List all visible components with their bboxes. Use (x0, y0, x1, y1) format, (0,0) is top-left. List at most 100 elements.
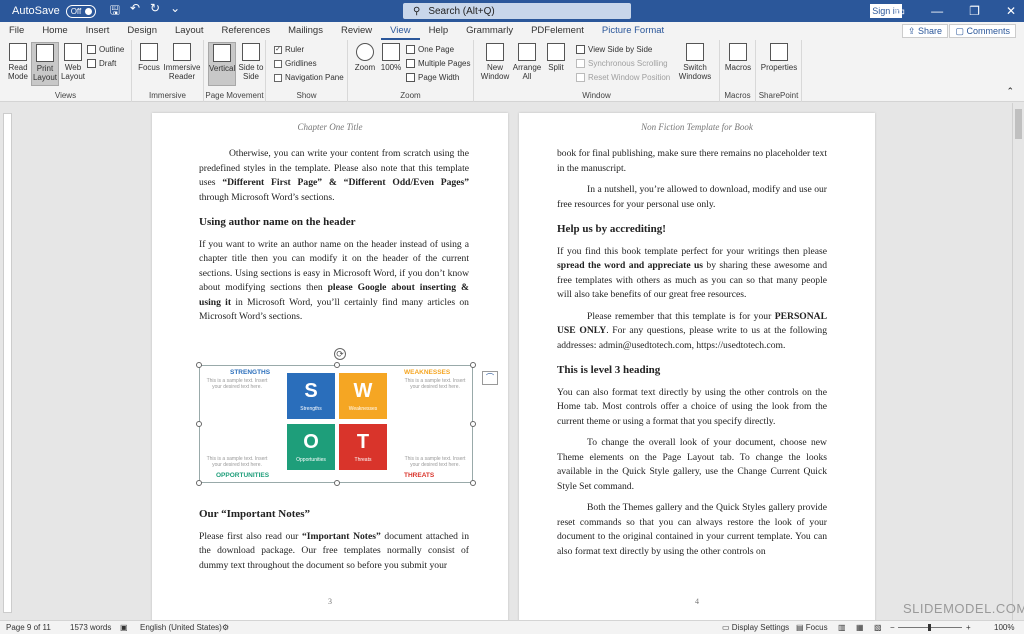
share-button[interactable]: ⇪ Share (901, 24, 948, 38)
ruler-checkbox[interactable]: ✓ Ruler (274, 45, 304, 54)
swot-tile-label: Threats (354, 457, 372, 463)
zoom-slider[interactable] (898, 624, 962, 631)
collapse-ribbon-icon[interactable]: ⌃ (1006, 86, 1014, 97)
outline-button[interactable]: Outline (87, 45, 124, 54)
tab-mailings[interactable]: Mailings (279, 22, 332, 40)
reset-window-position-button[interactable]: Reset Window Position (576, 73, 670, 82)
resize-handle[interactable] (334, 480, 340, 486)
view-side-by-side-icon (576, 45, 585, 54)
tab-references[interactable]: References (213, 22, 280, 40)
group-label-macros: Macros (724, 91, 751, 100)
autosave-toggle[interactable]: Off (65, 4, 96, 18)
navigation-pane-checkbox[interactable]: Navigation Pane (274, 73, 344, 82)
new-window-button[interactable]: New Window (480, 42, 510, 81)
zoom-100-button[interactable]: 100% (379, 42, 403, 72)
macros-button[interactable]: Macros (723, 42, 753, 72)
tab-design[interactable]: Design (118, 22, 166, 40)
redo-icon[interactable]: ↻ (150, 1, 160, 22)
display-settings-button[interactable]: ▭ Display Settings (722, 623, 789, 632)
comments-button[interactable]: ▢ Comments (949, 24, 1016, 38)
language[interactable]: English (United States) (140, 623, 222, 632)
group-window: New Window Arrange All Split View Side b… (474, 40, 720, 102)
group-views: Read Mode Print Layout Web Layout Outlin… (0, 40, 132, 102)
tab-help[interactable]: Help (420, 22, 458, 40)
synchronous-scrolling-button[interactable]: Synchronous Scrolling (576, 59, 668, 68)
save-icon[interactable]: 🖫 (110, 1, 120, 22)
minimize-button[interactable]: — (931, 4, 943, 18)
reset-window-position-icon (576, 73, 585, 82)
one-page-button[interactable]: One Page (406, 45, 454, 54)
tab-file[interactable]: File (0, 22, 33, 40)
vertical-scrollbar[interactable] (1012, 103, 1024, 620)
resize-handle[interactable] (196, 421, 202, 427)
side-to-side-button[interactable]: Side to Side (237, 42, 265, 81)
proofing-icon[interactable]: ▣ (120, 623, 128, 632)
zoom-label: Zoom (354, 63, 376, 72)
restore-button[interactable]: ❐ (969, 4, 980, 18)
customize-qat-icon[interactable]: ⌄ (170, 1, 180, 22)
tab-review[interactable]: Review (332, 22, 381, 40)
page-right[interactable]: Non Fiction Template for Book book for f… (519, 113, 875, 620)
resize-handle[interactable] (196, 480, 202, 486)
zoom-slider-knob[interactable] (928, 624, 931, 631)
read-mode-button[interactable]: Read Mode (5, 42, 31, 81)
word-count[interactable]: 1573 words (70, 623, 111, 632)
web-layout-view-icon[interactable]: ▧ (874, 623, 882, 632)
multiple-pages-button[interactable]: Multiple Pages (406, 59, 470, 68)
zoom-in-button[interactable]: + (966, 623, 971, 632)
rotate-handle-icon[interactable]: ⟳ (334, 348, 346, 360)
close-button[interactable]: ✕ (1006, 4, 1016, 18)
scrollbar-thumb[interactable] (1015, 109, 1022, 139)
vertical-button[interactable]: Vertical (208, 42, 236, 86)
switch-windows-button[interactable]: Switch Windows (676, 42, 714, 81)
zoom-out-button[interactable]: − (890, 623, 895, 632)
immersive-reader-button[interactable]: Immersive Reader (162, 42, 202, 81)
display-settings-label: Display Settings (731, 623, 790, 632)
resize-handle[interactable] (196, 362, 202, 368)
tab-view[interactable]: View (381, 22, 420, 40)
zoom-button[interactable]: Zoom (353, 42, 377, 72)
page-left-body-2[interactable]: Our “Important Notes” Please first also … (199, 497, 469, 580)
group-label-window: Window (582, 91, 611, 100)
page-right-body[interactable]: book for final publishing, make sure the… (557, 147, 827, 566)
arrange-all-button[interactable]: Arrange All (512, 42, 542, 81)
resize-handle[interactable] (470, 421, 476, 427)
layout-options-icon[interactable]: ⌒ (482, 371, 498, 385)
page-left[interactable]: Chapter One Title Otherwise, you can wri… (152, 113, 508, 620)
zoom-100-label: 100% (380, 63, 402, 72)
zoom-level[interactable]: 100% (994, 623, 1014, 632)
read-mode-view-icon[interactable]: ▥ (838, 623, 846, 632)
macros-label: Macros (724, 63, 752, 72)
tab-home[interactable]: Home (33, 22, 76, 40)
tab-picture-format[interactable]: Picture Format (593, 22, 673, 40)
page-width-label: Page Width (418, 73, 460, 82)
page-count[interactable]: Page 9 of 11 (6, 623, 51, 632)
print-layout-view-icon[interactable]: ▦ (856, 623, 864, 632)
swot-image[interactable]: STRENGTHS WEAKNESSES OPPORTUNITIES THREA… (196, 362, 476, 486)
tab-layout[interactable]: Layout (166, 22, 213, 40)
view-side-by-side-button[interactable]: View Side by Side (576, 45, 652, 54)
properties-label: Properties (760, 63, 798, 72)
resize-handle[interactable] (470, 480, 476, 486)
undo-icon[interactable]: ↶ (130, 1, 140, 22)
ribbon-display-icon[interactable]: ▭ (894, 4, 905, 18)
tab-insert[interactable]: Insert (77, 22, 119, 40)
tab-pdfelement[interactable]: PDFelement (522, 22, 593, 40)
accessibility-icon[interactable]: ⚙ (222, 623, 229, 632)
web-layout-button[interactable]: Web Layout (60, 42, 86, 81)
draft-button[interactable]: Draft (87, 59, 116, 68)
resize-handle[interactable] (470, 362, 476, 368)
page-left-body[interactable]: Otherwise, you can write your content fr… (199, 147, 469, 332)
properties-button[interactable]: Properties (759, 42, 799, 72)
search-input[interactable]: ⚲ Search (Alt+Q) (403, 3, 631, 19)
print-layout-button[interactable]: Print Layout (31, 42, 59, 86)
resize-handle[interactable] (334, 362, 340, 368)
tab-grammarly[interactable]: Grammarly (457, 22, 522, 40)
macros-icon (729, 43, 747, 61)
gridlines-checkbox[interactable]: Gridlines (274, 59, 317, 68)
vertical-icon (213, 44, 231, 62)
page-width-button[interactable]: Page Width (406, 73, 459, 82)
focus-button[interactable]: Focus (136, 42, 162, 72)
focus-mode-button[interactable]: ▤ Focus (796, 623, 828, 632)
split-button[interactable]: Split (544, 42, 568, 72)
